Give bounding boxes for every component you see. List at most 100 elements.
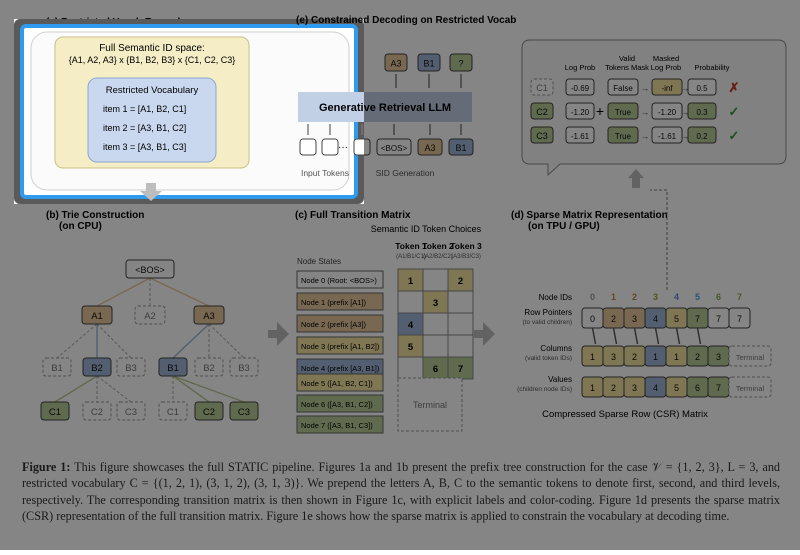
node-id: 0: [590, 292, 595, 302]
sid-token-label: B1: [455, 143, 466, 153]
trie-node-label: B1: [51, 363, 63, 374]
node-state-label: Node 1 (prefix [A1]): [301, 298, 367, 307]
candidate-token-label: C3: [536, 131, 548, 141]
log-prob-label: -0.69: [571, 84, 590, 93]
probability-label: 0.5: [696, 84, 708, 93]
matrix-cell: [422, 268, 449, 292]
panel-d-label: (d) Sparse Matrix Representation: [511, 210, 668, 221]
pointer-link: [612, 327, 618, 345]
matrix-value: 5: [408, 342, 414, 353]
matrix-value: 2: [458, 276, 463, 287]
row-pointer-label: 7: [716, 314, 721, 324]
trie-edge: [96, 277, 151, 307]
row-arrow-icon: →: [641, 131, 650, 141]
column-index-label: 2: [695, 352, 700, 362]
trie-node-label: C3: [125, 407, 137, 418]
vocab-item: item 2 = [A3, B1, C2]: [103, 123, 186, 133]
column-index-label: 1: [590, 352, 595, 362]
trie-node-label: C1: [49, 407, 61, 418]
trie-node-label: B2: [203, 363, 215, 374]
row-arrow-icon: →: [681, 83, 690, 93]
column-index-label: 3: [716, 352, 721, 362]
trie-node-label: B3: [125, 363, 137, 374]
trie-node-label: C1: [167, 407, 179, 418]
row-pointer-label: 4: [653, 314, 658, 324]
pointer-link: [654, 327, 660, 345]
trie-node-label: C3: [238, 407, 250, 418]
node-state-label: Node 7 ([A3, B1, C3]): [301, 421, 373, 430]
child-value-label: 4: [653, 383, 658, 393]
masked-log-prob-label: -inf: [661, 84, 673, 93]
input-token-box: [321, 138, 339, 156]
node-state-label: Node 0 (Root: <BOS>): [301, 276, 377, 285]
panel-b-label: (b) Trie Construction: [46, 210, 144, 221]
up-arrow-icon: [628, 169, 644, 188]
probability-label: 0.3: [696, 108, 708, 117]
child-value-label: 1: [590, 383, 595, 393]
pointer-link: [675, 327, 681, 345]
trie-node-label: B2: [91, 363, 103, 374]
row-arrow-icon: →: [641, 107, 650, 117]
col-header: Valid: [619, 54, 635, 63]
matrix-cell: [447, 312, 474, 336]
caption-line: This figure showcases the full STATIC pi…: [74, 460, 648, 474]
child-value-label: 6: [695, 383, 700, 393]
col-header: Tokens Mask: [605, 63, 649, 72]
token-header: Token 2: [422, 241, 454, 251]
row-pointer-label: 5: [674, 314, 679, 324]
node-id: 4: [674, 292, 679, 302]
node-states-title: Node States: [297, 257, 341, 266]
trie-node-label: C2: [91, 407, 103, 418]
matrix-cell: [397, 290, 424, 314]
input-token-box: [299, 138, 317, 156]
csr-footer: Compressed Sparse Row (CSR) Matrix: [542, 409, 708, 420]
values-label: Values: [548, 375, 572, 384]
row-pointer-label: 7: [695, 314, 700, 324]
terminal-label: Terminal: [413, 400, 447, 410]
trie-node-label: A3: [203, 311, 215, 322]
column-index-label: 2: [632, 352, 637, 362]
candidate-token-label: C1: [536, 83, 548, 93]
panel-d-sublabel: (on TPU / GPU): [528, 221, 600, 232]
csr-terminal-label: Terminal: [736, 384, 765, 393]
col-header: Log Prob: [565, 63, 595, 72]
input-tokens-label: Input Tokens: [301, 168, 349, 178]
choices-title: Semantic ID Token Choices: [371, 224, 482, 234]
trie-edge: [149, 277, 210, 307]
node-state-label: Node 2 (prefix [A3]): [301, 320, 367, 329]
arrow-b-to-c-icon: [268, 322, 289, 346]
space-formula: {A1, A2, A3} x {B1, B2, B3} x {C1, C2, C…: [69, 55, 236, 65]
row-arrow-icon: →: [681, 131, 690, 141]
log-prob-label: -1.61: [571, 132, 590, 141]
accept-icon: ✓: [729, 128, 740, 143]
token-subheader: (A1/B1/C1): [396, 254, 426, 260]
matrix-cell: [422, 312, 449, 336]
space-title: Full Semantic ID space:: [99, 43, 205, 54]
token-subheader: (A3/B3/C3): [451, 254, 481, 260]
panel-e-label: (e) Constrained Decoding on Restricted V…: [296, 15, 516, 26]
trie-node-label: C2: [203, 407, 215, 418]
trie-edge: [54, 375, 98, 403]
masked-log-prob-label: -1.61: [658, 132, 677, 141]
vocab-item: item 1 = [A1, B2, C1]: [103, 104, 186, 114]
input-token-box: [353, 138, 371, 156]
matrix-cell: [422, 334, 449, 358]
node-id: 3: [653, 292, 658, 302]
matrix-value: 6: [433, 364, 438, 375]
child-value-label: 7: [716, 383, 721, 393]
vocab-title: Restricted Vocabulary: [106, 85, 199, 96]
row-pointers-label: Row Pointers: [524, 308, 572, 317]
column-index-label: 1: [653, 352, 658, 362]
token-header: Token 3: [450, 241, 482, 251]
matrix-value: 4: [408, 320, 414, 331]
log-prob-label: -1.20: [571, 108, 590, 117]
trie-node-label: A1: [91, 311, 103, 322]
node-id: 7: [737, 292, 742, 302]
row-pointers-sub: (to valid children): [523, 319, 573, 326]
column-index-label: 3: [611, 352, 616, 362]
trie-edge: [56, 323, 98, 359]
child-value-label: 2: [611, 383, 616, 393]
row-pointer-label: 2: [611, 314, 616, 324]
caption-line: 1e shows how the sparse matrix is applie…: [301, 509, 730, 524]
col-header: Probability: [694, 63, 729, 72]
